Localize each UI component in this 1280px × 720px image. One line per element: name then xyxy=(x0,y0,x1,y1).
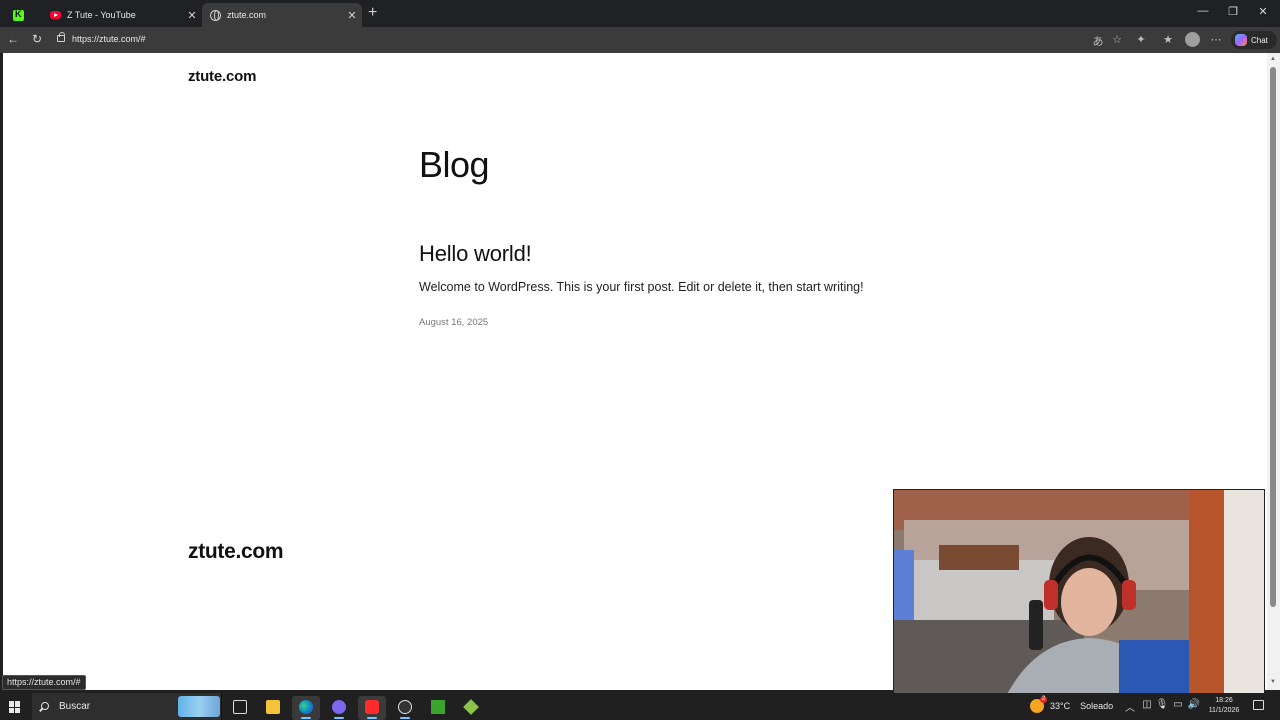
sun-icon xyxy=(1030,696,1047,713)
footer-site-title[interactable]: ztute.com xyxy=(188,540,284,564)
profile-avatar[interactable] xyxy=(1185,32,1200,47)
app-icon xyxy=(332,700,346,714)
youtube-icon xyxy=(365,700,379,714)
extensions-icon[interactable]: ✦ xyxy=(1133,33,1149,46)
address-bar[interactable]: https://ztute.com/# xyxy=(52,30,1132,50)
tab-title: ztute.com xyxy=(227,10,267,20)
minimize-button[interactable]: — xyxy=(1188,5,1218,17)
clock[interactable]: 18:26 11/1/2026 xyxy=(1200,696,1248,716)
page-scrollbar[interactable]: ▲ ▼ xyxy=(1267,53,1280,690)
copilot-icon xyxy=(1235,34,1247,46)
start-button[interactable] xyxy=(9,701,21,713)
search-icon xyxy=(41,702,49,710)
copilot-label: Chat xyxy=(1251,35,1268,45)
browser-toolbar: ← ↻ https://ztute.com/# あ ☆ ✦ ★ ⋯ Chat xyxy=(0,27,1280,53)
tab-ztute[interactable]: ztute.com ✕ xyxy=(202,3,362,27)
post-title-link[interactable]: Hello world! xyxy=(419,241,532,267)
post-excerpt: Welcome to WordPress. This is your first… xyxy=(419,280,864,294)
tab-youtube[interactable]: Z Tute - YouTube ✕ xyxy=(42,3,202,27)
minecraft-icon xyxy=(431,700,445,714)
address-url[interactable]: https://ztute.com/# xyxy=(72,34,146,44)
restore-button[interactable]: ❐ xyxy=(1218,5,1248,18)
new-tab-button[interactable]: + xyxy=(368,4,377,22)
lock-icon xyxy=(57,32,65,42)
search-highlight-image xyxy=(178,696,220,717)
taskbar-file-explorer[interactable] xyxy=(259,696,287,720)
favorites-icon[interactable]: ★ xyxy=(1160,33,1176,46)
weather-temp: 33°C xyxy=(1050,701,1071,711)
microphone-icon[interactable]: 🎙 xyxy=(1155,699,1169,710)
cube-icon xyxy=(463,699,479,715)
webcam-image xyxy=(894,490,1264,698)
close-tab-icon[interactable]: ✕ xyxy=(344,9,360,22)
task-view-icon xyxy=(233,700,247,714)
weather-condition: Soleado xyxy=(1080,701,1114,711)
taskbar-app[interactable] xyxy=(325,696,353,720)
reload-button[interactable]: ↻ xyxy=(28,32,46,46)
back-button[interactable]: ← xyxy=(4,32,22,46)
kick-icon xyxy=(13,9,24,21)
onedrive-icon[interactable]: ◫ xyxy=(1140,699,1154,710)
webcam-overlay xyxy=(893,489,1265,699)
taskbar-obs[interactable] xyxy=(391,696,419,720)
tab-kick[interactable] xyxy=(5,3,39,27)
taskbar-search[interactable]: Buscar xyxy=(32,693,222,720)
site-title[interactable]: ztute.com xyxy=(188,68,256,85)
copilot-chat-button[interactable]: Chat xyxy=(1231,31,1277,49)
translate-icon[interactable]: あ xyxy=(1090,33,1106,49)
taskbar-minecraft[interactable] xyxy=(424,696,452,720)
link-status-tooltip: https://ztute.com/# xyxy=(2,675,86,690)
file-explorer-icon xyxy=(266,700,280,714)
tab-title: Z Tute - YouTube xyxy=(67,10,136,20)
search-placeholder: Buscar xyxy=(59,701,91,712)
close-tab-icon[interactable]: ✕ xyxy=(184,9,200,22)
network-icon[interactable]: ▭ xyxy=(1171,699,1185,710)
weather-widget[interactable]: 33°C Soleado xyxy=(1030,696,1114,713)
taskbar-task-view[interactable] xyxy=(226,696,254,720)
scroll-up-icon[interactable]: ▲ xyxy=(1270,56,1276,62)
page-heading: Blog xyxy=(419,144,490,185)
taskbar-cube-app[interactable] xyxy=(457,696,485,720)
post-date: August 16, 2025 xyxy=(419,317,489,328)
scrollbar-thumb[interactable] xyxy=(1270,67,1276,607)
taskbar: Buscar 33°C Soleado ︿ ◫ 🎙 ▭ 🔊 18:26 11/1… xyxy=(0,693,1280,720)
close-window-button[interactable]: ✕ xyxy=(1248,5,1278,18)
scroll-down-icon[interactable]: ▼ xyxy=(1270,679,1276,685)
tab-strip: Z Tute - YouTube ✕ ztute.com ✕ + — ❐ ✕ xyxy=(0,0,1280,27)
obs-icon xyxy=(398,700,412,714)
notification-icon[interactable] xyxy=(1253,700,1264,710)
volume-icon[interactable]: 🔊 xyxy=(1187,699,1201,710)
screen: Z Tute - YouTube ✕ ztute.com ✕ + — ❐ ✕ ←… xyxy=(0,0,1280,720)
clock-time: 18:26 xyxy=(1215,697,1233,704)
globe-icon xyxy=(210,9,221,21)
taskbar-edge[interactable] xyxy=(292,696,320,720)
taskbar-youtube[interactable] xyxy=(358,696,386,720)
youtube-icon xyxy=(50,11,61,19)
favorite-star-icon[interactable]: ☆ xyxy=(1109,33,1125,46)
more-menu-icon[interactable]: ⋯ xyxy=(1208,33,1224,46)
chevron-up-icon[interactable]: ︿ xyxy=(1123,699,1137,714)
edge-icon xyxy=(299,700,313,714)
clock-date: 11/1/2026 xyxy=(1208,707,1240,714)
